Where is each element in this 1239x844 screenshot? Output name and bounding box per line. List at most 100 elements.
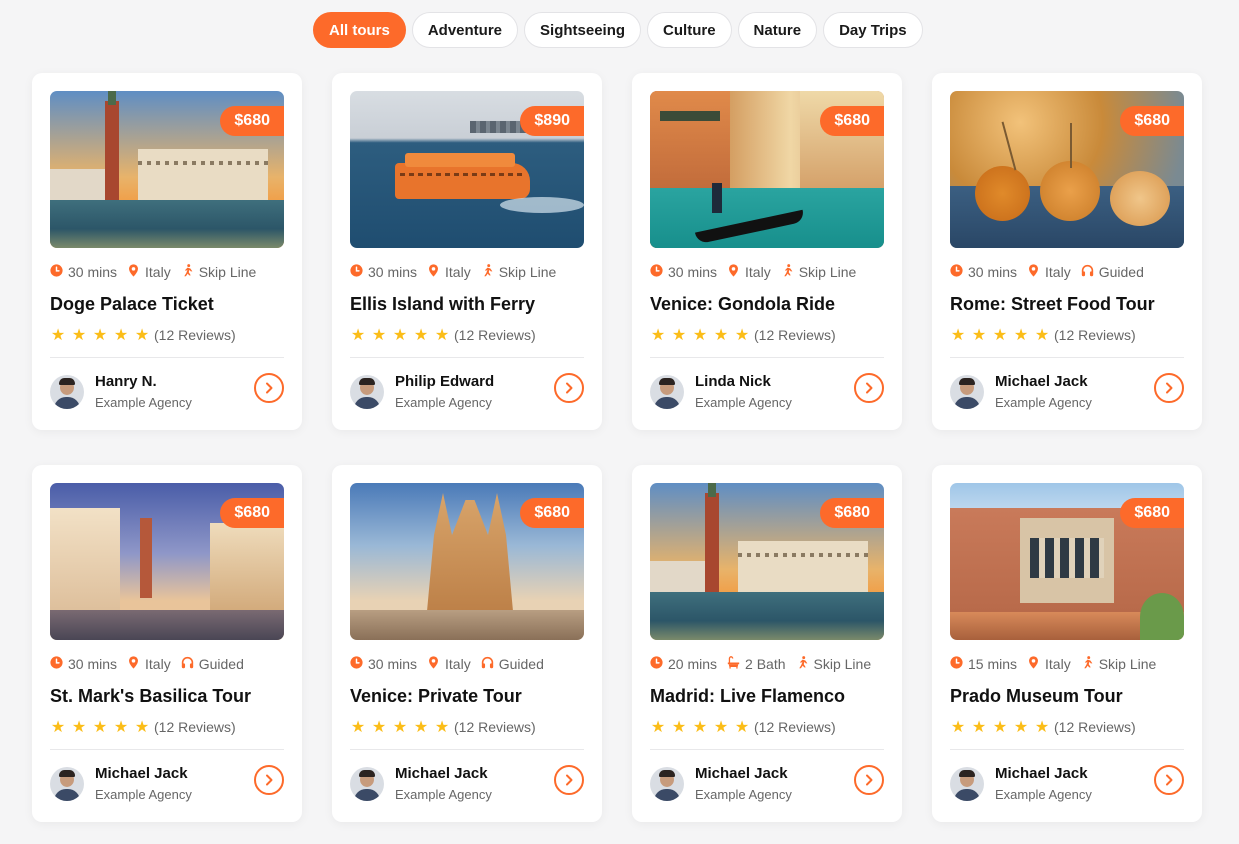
star-icon: ★ bbox=[971, 327, 987, 344]
tour-image[interactable]: $680 bbox=[650, 483, 884, 640]
agent-name[interactable]: Michael Jack bbox=[995, 765, 1092, 784]
star-rating: ★ ★ ★ ★ ★ bbox=[650, 325, 750, 345]
duration-meta: 30 mins bbox=[650, 264, 717, 280]
filter-day-trips[interactable]: Day Trips bbox=[823, 12, 923, 48]
walking-icon bbox=[781, 264, 794, 280]
tour-title[interactable]: Venice: Gondola Ride bbox=[650, 294, 884, 315]
tour-card[interactable]: $680 30 mins Italy Skip Line Doge Palace… bbox=[32, 73, 302, 430]
tour-filter-bar: All tours Adventure Sightseeing Culture Natu… bbox=[313, 12, 923, 48]
view-tour-button[interactable] bbox=[1154, 373, 1184, 403]
tour-title[interactable]: Doge Palace Ticket bbox=[50, 294, 284, 315]
clock-icon bbox=[950, 264, 963, 280]
tour-image[interactable]: $680 bbox=[50, 91, 284, 248]
duration-text: 15 mins bbox=[968, 656, 1018, 672]
filter-all-tours[interactable]: All tours bbox=[313, 12, 406, 48]
feature-text: Guided bbox=[198, 656, 244, 672]
tour-meta: 15 mins Italy Skip Line bbox=[950, 656, 1184, 672]
agency-name: Example Agency bbox=[695, 394, 792, 410]
filter-nature[interactable]: Nature bbox=[737, 12, 818, 48]
tour-image[interactable]: $680 bbox=[650, 91, 884, 248]
tour-card[interactable]: $680 15 mins Italy Skip Line Prado Museu… bbox=[932, 465, 1202, 822]
agent-name[interactable]: Michael Jack bbox=[95, 765, 192, 784]
star-rating: ★ ★ ★ ★ ★ bbox=[50, 717, 150, 737]
filter-culture[interactable]: Culture bbox=[647, 12, 732, 48]
duration-meta: 30 mins bbox=[50, 656, 117, 672]
star-icon: ★ bbox=[350, 719, 366, 736]
tour-title[interactable]: Venice: Private Tour bbox=[350, 686, 584, 707]
duration-meta: 20 mins bbox=[650, 656, 717, 672]
star-icon: ★ bbox=[1034, 327, 1050, 344]
star-icon: ★ bbox=[71, 327, 87, 344]
feature-text: Guided bbox=[498, 656, 544, 672]
map-pin-icon bbox=[427, 264, 440, 280]
agency-name: Example Agency bbox=[395, 394, 492, 410]
tour-title[interactable]: St. Mark's Basilica Tour bbox=[50, 686, 284, 707]
tour-image[interactable]: $680 bbox=[50, 483, 284, 640]
reviews-count: (12 Reviews) bbox=[454, 719, 536, 735]
divider bbox=[650, 357, 884, 358]
agent-name[interactable]: Michael Jack bbox=[695, 765, 792, 784]
tour-card[interactable]: $680 30 mins Italy Skip Line Venice: Gon… bbox=[632, 73, 902, 430]
price-badge: $680 bbox=[220, 106, 284, 136]
divider bbox=[950, 749, 1184, 750]
filter-adventure[interactable]: Adventure bbox=[411, 12, 519, 48]
clock-icon bbox=[350, 264, 363, 280]
price-badge: $680 bbox=[1120, 498, 1184, 528]
star-icon: ★ bbox=[50, 327, 66, 344]
feature-text: Guided bbox=[1098, 264, 1144, 280]
view-tour-button[interactable] bbox=[854, 765, 884, 795]
view-tour-button[interactable] bbox=[254, 765, 284, 795]
bath-icon bbox=[727, 656, 740, 672]
walking-icon bbox=[181, 264, 194, 280]
tour-image[interactable]: $680 bbox=[950, 483, 1184, 640]
filter-sightseeing[interactable]: Sightseeing bbox=[524, 12, 642, 48]
divider bbox=[650, 749, 884, 750]
avatar bbox=[950, 767, 984, 801]
tour-card[interactable]: $890 30 mins Italy Skip Line Ellis Islan… bbox=[332, 73, 602, 430]
tour-title[interactable]: Rome: Street Food Tour bbox=[950, 294, 1184, 315]
tour-meta: 20 mins 2 Bath Skip Line bbox=[650, 656, 884, 672]
tour-card[interactable]: $680 30 mins Italy Guided St. Mark's Bas… bbox=[32, 465, 302, 822]
star-icon: ★ bbox=[713, 719, 729, 736]
tour-meta: 30 mins Italy Guided bbox=[50, 656, 284, 672]
view-tour-button[interactable] bbox=[254, 373, 284, 403]
star-rating: ★ ★ ★ ★ ★ bbox=[50, 325, 150, 345]
divider bbox=[50, 749, 284, 750]
view-tour-button[interactable] bbox=[1154, 765, 1184, 795]
agent-name[interactable]: Michael Jack bbox=[995, 373, 1092, 392]
tour-card[interactable]: $680 30 mins Italy Guided Venice: Privat… bbox=[332, 465, 602, 822]
star-rating: ★ ★ ★ ★ ★ bbox=[950, 325, 1050, 345]
tour-title[interactable]: Madrid: Live Flamenco bbox=[650, 686, 884, 707]
star-rating: ★ ★ ★ ★ ★ bbox=[350, 325, 450, 345]
star-icon: ★ bbox=[134, 719, 150, 736]
tour-title[interactable]: Ellis Island with Ferry bbox=[350, 294, 584, 315]
clock-icon bbox=[50, 264, 63, 280]
agent-name[interactable]: Michael Jack bbox=[395, 765, 492, 784]
view-tour-button[interactable] bbox=[554, 373, 584, 403]
star-icon: ★ bbox=[950, 719, 966, 736]
avatar bbox=[950, 375, 984, 409]
clock-icon bbox=[950, 656, 963, 672]
walking-icon bbox=[481, 264, 494, 280]
clock-icon bbox=[650, 656, 663, 672]
tour-card[interactable]: $680 20 mins 2 Bath Skip Line Madrid: Li… bbox=[632, 465, 902, 822]
divider bbox=[950, 357, 1184, 358]
tour-title[interactable]: Prado Museum Tour bbox=[950, 686, 1184, 707]
location-text: Italy bbox=[1045, 264, 1071, 280]
avatar bbox=[650, 767, 684, 801]
view-tour-button[interactable] bbox=[854, 373, 884, 403]
location-meta: Italy bbox=[727, 264, 771, 280]
tour-card[interactable]: $680 30 mins Italy Guided Rome: Street F… bbox=[932, 73, 1202, 430]
agent-name[interactable]: Philip Edward bbox=[395, 373, 494, 392]
rating: ★ ★ ★ ★ ★ (12 Reviews) bbox=[50, 717, 284, 737]
star-icon: ★ bbox=[413, 327, 429, 344]
agent-name[interactable]: Hanry N. bbox=[95, 373, 192, 392]
location-text: Italy bbox=[445, 264, 471, 280]
tour-image[interactable]: $680 bbox=[350, 483, 584, 640]
tour-image[interactable]: $890 bbox=[350, 91, 584, 248]
tour-grid: $680 30 mins Italy Skip Line Doge Palace… bbox=[32, 73, 1202, 822]
tour-image[interactable]: $680 bbox=[950, 91, 1184, 248]
agent-name[interactable]: Linda Nick bbox=[695, 373, 792, 392]
location-text: Italy bbox=[1045, 656, 1071, 672]
view-tour-button[interactable] bbox=[554, 765, 584, 795]
